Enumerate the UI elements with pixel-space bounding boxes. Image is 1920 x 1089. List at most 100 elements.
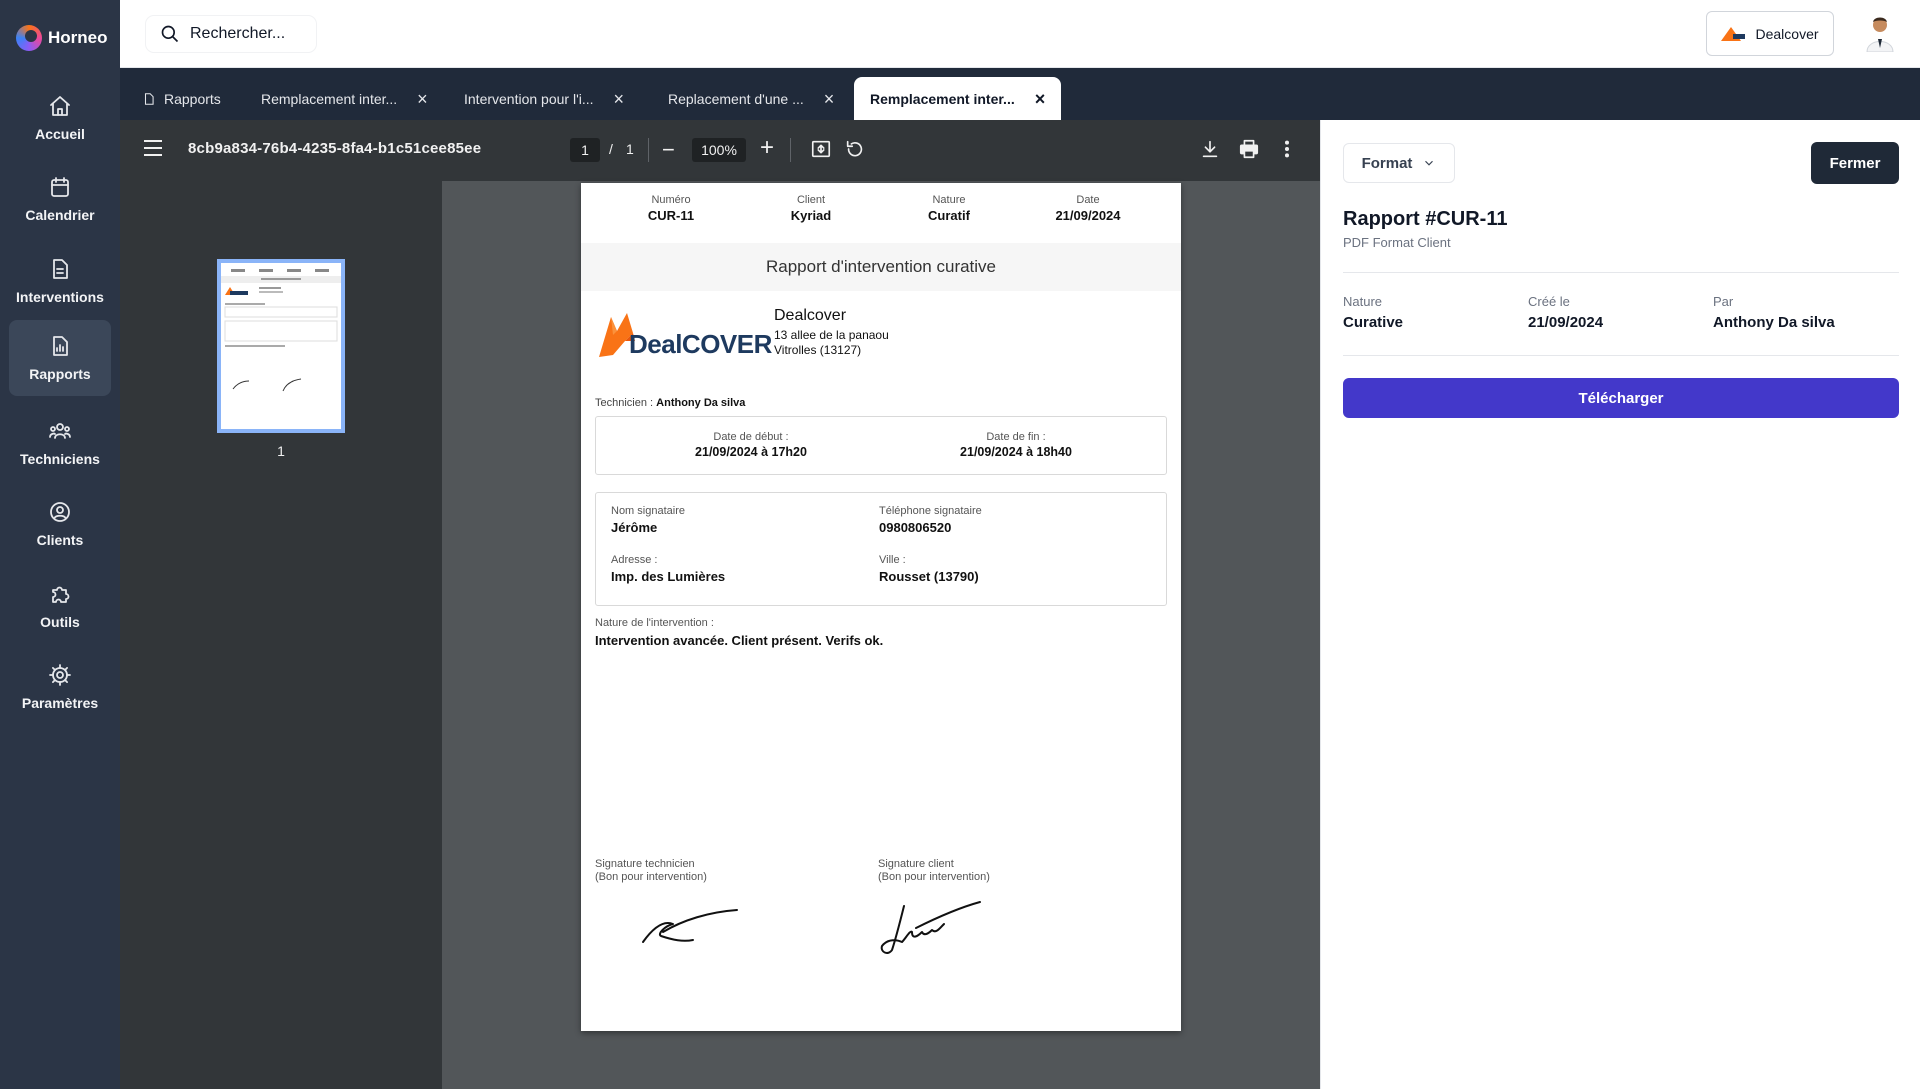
signer-city: Ville : Rousset (13790) — [879, 554, 979, 584]
start-date: Date de début :21/09/2024 à 17h20 — [695, 431, 807, 459]
sidebar: Horneo Accueil Calendrier Interventions … — [0, 0, 120, 1089]
company-address-line1: 13 allee de la panaou — [774, 328, 889, 342]
tab-remplacement-1[interactable]: Remplacement inter... × — [245, 77, 444, 120]
sidebar-item-label: Interventions — [16, 289, 104, 305]
user-circle-icon — [50, 502, 70, 522]
format-label: Format — [1361, 154, 1413, 172]
divider — [1343, 355, 1899, 356]
tab-rapports[interactable]: Rapports — [126, 77, 237, 120]
download-icon[interactable] — [1199, 138, 1221, 160]
sidebar-item-label: Techniciens — [20, 451, 100, 467]
page-thumbnail[interactable] — [217, 259, 345, 433]
calendar-icon — [51, 177, 69, 197]
field-author: Par Anthony Da silva — [1713, 294, 1835, 331]
thumbnail-page-number: 1 — [277, 443, 285, 459]
sidebar-item-outils[interactable]: Outils — [9, 568, 111, 644]
dates-box: Date de début :21/09/2024 à 17h20 Date d… — [595, 416, 1167, 475]
report-title: Rapport #CUR-11 — [1343, 208, 1508, 230]
technician-line: Technicien : Anthony Da silva — [595, 397, 746, 409]
tab-replacement[interactable]: Replacement d'une ... × — [652, 77, 850, 120]
zoom-in-button[interactable]: + — [760, 134, 774, 162]
brand[interactable]: Horneo — [16, 24, 108, 52]
horneo-logo-icon — [16, 25, 42, 51]
signer-box: Nom signataire Jérôme Téléphone signatair… — [595, 492, 1167, 606]
zoom-level-input[interactable]: 100% — [692, 138, 746, 162]
sidebar-item-label: Calendrier — [25, 207, 95, 223]
team-icon — [49, 423, 71, 439]
client-signature — [876, 898, 986, 958]
sidebar-item-parametres[interactable]: Paramètres — [9, 649, 111, 725]
sidebar-item-label: Outils — [40, 614, 80, 630]
sidebar-item-calendrier[interactable]: Calendrier — [9, 161, 111, 237]
tab-label: Rapports — [164, 90, 221, 107]
total-pages: 1 — [626, 141, 634, 157]
company-block: Dealcover 13 allee de la panaou Vitrolle… — [774, 307, 889, 358]
close-icon[interactable]: × — [824, 90, 835, 108]
header-client: Client Kyriad — [790, 194, 832, 223]
rotate-icon[interactable] — [844, 138, 866, 160]
field-created: Créé le 21/09/2024 — [1528, 294, 1604, 331]
sidebar-item-accueil[interactable]: Accueil — [9, 80, 111, 156]
avatar[interactable] — [1862, 14, 1898, 52]
gear-icon — [49, 664, 71, 686]
home-icon — [50, 96, 70, 116]
sidebar-item-label: Accueil — [35, 126, 85, 142]
close-icon[interactable]: × — [1035, 90, 1046, 108]
tab-bar: Rapports Remplacement inter... × Interve… — [120, 68, 1920, 120]
search-icon — [161, 25, 179, 43]
pdf-page: Numéro CUR-11 Client Kyriad Nature Curatif … — [581, 183, 1181, 1031]
document-icon — [53, 259, 68, 279]
document-icon — [144, 92, 154, 105]
sidebar-item-label: Clients — [36, 532, 84, 548]
close-icon[interactable]: × — [417, 90, 428, 108]
intervention-nature: Nature de l'intervention : Intervention … — [595, 617, 884, 648]
company-name: Dealcover — [774, 307, 847, 324]
pdf-file-name: 8cb9a834-76b4-4235-8fa4-b1c51cee85ee — [188, 140, 482, 157]
pdf-toolbar: 8cb9a834-76b4-4235-8fa4-b1c51cee85ee 1 /… — [120, 120, 1320, 181]
close-icon[interactable]: × — [614, 90, 625, 108]
download-button[interactable]: Télécharger — [1343, 378, 1899, 418]
company-address-line2: Vitrolles (13127) — [774, 343, 862, 357]
format-dropdown[interactable]: Format — [1343, 143, 1455, 183]
zoom-out-button[interactable]: − — [662, 137, 675, 163]
client-signature-label: Signature client (Bon pour intervention) — [878, 858, 990, 883]
logo-wordmark: DealCOVER — [629, 329, 772, 359]
header-date: Date 21/09/2024 — [1055, 194, 1121, 223]
sidebar-item-clients[interactable]: Clients — [9, 486, 111, 562]
chevron-down-icon — [1425, 160, 1434, 166]
technician-signature-label: Signature technicien (Bon pour interventi… — [595, 858, 707, 883]
signer-name: Nom signataire Jérôme — [611, 505, 685, 535]
dealcover-logo: DealCOVER — [595, 311, 772, 363]
tab-label: Remplacement inter... — [870, 90, 1015, 107]
signer-phone: Téléphone signataire 0980806520 — [879, 505, 982, 535]
dealcover-logo-icon — [1721, 25, 1746, 43]
page-number-input[interactable]: 1 — [570, 138, 600, 162]
tab-label: Replacement d'une ... — [668, 90, 804, 107]
more-options-icon[interactable] — [1276, 138, 1298, 160]
sidebar-item-rapports[interactable]: Rapports — [9, 320, 111, 396]
toolbar-divider — [648, 138, 649, 162]
toolbar-divider — [790, 138, 791, 162]
report-subtitle: PDF Format Client — [1343, 235, 1451, 250]
divider — [1343, 272, 1899, 273]
pdf-viewer: 8cb9a834-76b4-4235-8fa4-b1c51cee85ee 1 /… — [120, 120, 1320, 1089]
sidebar-item-interventions[interactable]: Interventions — [9, 243, 111, 319]
search-input[interactable]: Rechercher... — [146, 16, 316, 52]
report-details-panel: Format Fermer Rapport #CUR-11 PDF Format… — [1320, 120, 1920, 1089]
tab-intervention[interactable]: Intervention pour l'i... × — [448, 77, 640, 120]
menu-icon[interactable] — [144, 140, 162, 156]
tab-label: Intervention pour l'i... — [464, 90, 594, 107]
header-nature: Nature Curatif — [928, 194, 970, 223]
company-switcher-button[interactable]: Dealcover — [1706, 11, 1834, 56]
sidebar-item-techniciens[interactable]: Techniciens — [9, 405, 111, 481]
signer-address: Adresse : Imp. des Lumières — [611, 554, 726, 584]
tab-remplacement-active[interactable]: Remplacement inter... × — [854, 77, 1062, 120]
header-numero: Numéro CUR-11 — [647, 194, 695, 223]
report-header: Numéro CUR-11 Client Kyriad Nature Curatif … — [581, 183, 1181, 243]
top-bar: Rechercher... Dealcover — [120, 0, 1920, 68]
fit-page-icon[interactable] — [810, 138, 832, 160]
print-icon[interactable] — [1238, 138, 1260, 160]
close-button[interactable]: Fermer — [1811, 142, 1899, 184]
search-placeholder: Rechercher... — [190, 25, 286, 42]
technician-signature — [639, 898, 749, 958]
